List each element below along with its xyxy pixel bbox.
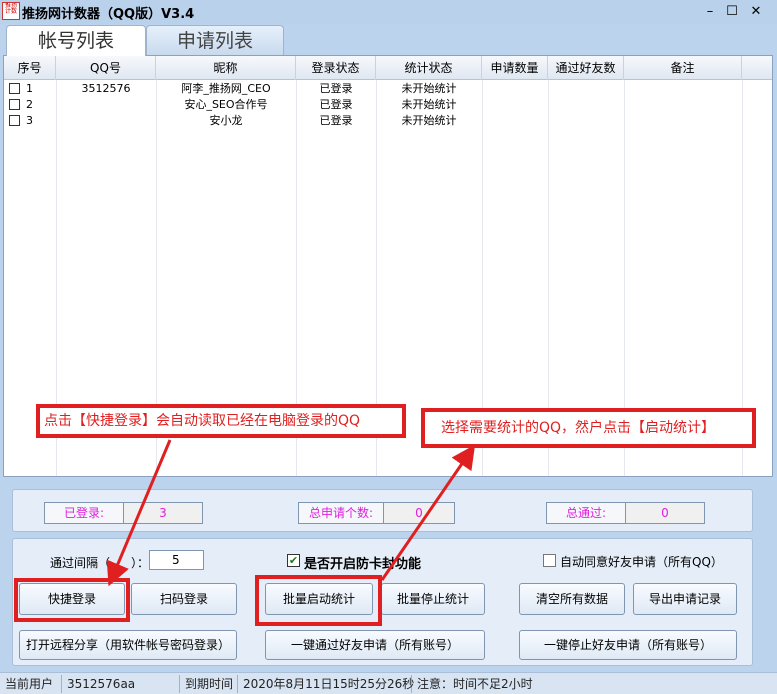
expire-label: 到期时间	[182, 675, 238, 693]
expire-notice: 注意：时间不足2小时	[417, 677, 533, 691]
arrow-to-batch-start	[380, 444, 476, 581]
annotation-arrows	[106, 439, 476, 587]
expire-time: 2020年8月11日15时25分26秒	[240, 675, 414, 693]
tab-account-list[interactable]: 帐号列表	[6, 25, 146, 56]
status-bar: 当前用户 3512576aa 到期时间 2020年8月11日15时25分26秒 …	[0, 672, 777, 694]
current-user-label: 当前用户	[2, 675, 62, 693]
arrow-to-quick-login	[106, 439, 172, 587]
current-user-value: 3512576aa	[64, 675, 180, 693]
